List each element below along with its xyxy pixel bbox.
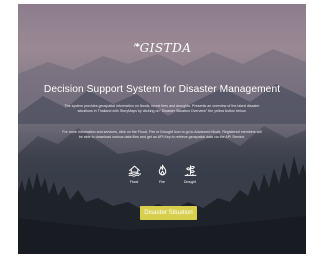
logo-text: GISTDA [139,41,192,55]
fire-label: Fire [159,180,165,184]
page-title: Decision Support System for Disaster Man… [43,84,281,95]
disaster-icon-links: Flood Fire Drought [123,164,201,192]
description-paragraph-1: The system provides geospatial informati… [64,104,260,114]
fire-link[interactable]: Fire [151,164,173,192]
drought-cracked-icon [184,165,196,176]
logo-swirl-icon: ❧ [132,41,141,51]
gistda-logo[interactable]: ❧GISTDA [18,41,306,55]
drought-label: Drought [183,180,197,184]
hero-section: ❧GISTDA Decision Support System for Disa… [18,4,306,254]
description-paragraph-2: For more information and services, click… [62,130,262,140]
flood-house-icon [128,165,141,177]
drought-link[interactable]: Drought [179,164,201,192]
fire-flame-icon [158,164,166,176]
disaster-situation-button[interactable]: Disaster Situation [140,206,197,220]
flood-label: Flood [129,180,139,184]
flood-link[interactable]: Flood [123,164,145,192]
